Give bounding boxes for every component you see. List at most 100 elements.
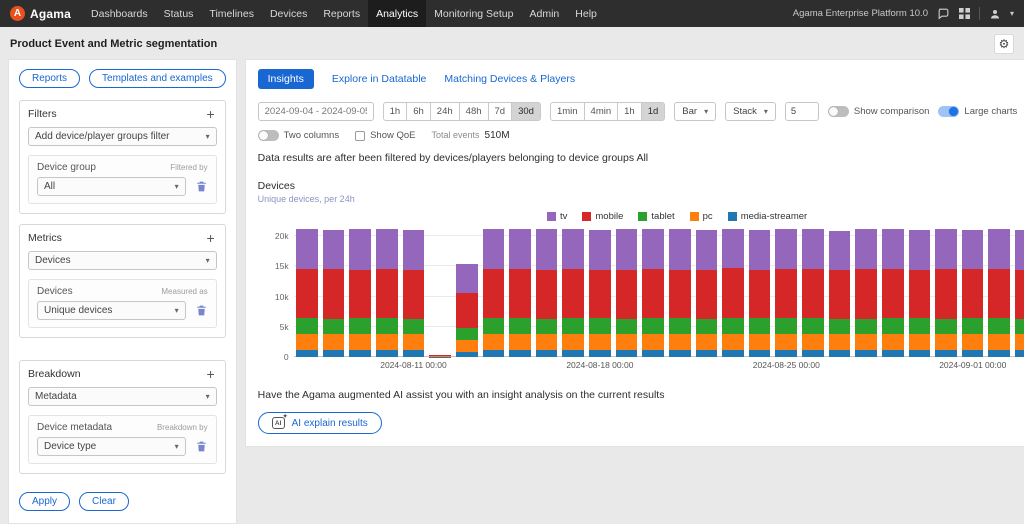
nav-item-timelines[interactable]: Timelines <box>201 0 262 27</box>
show-comparison-toggle[interactable]: Show comparison <box>828 106 930 117</box>
bar-segment-pc <box>749 334 771 350</box>
breakdown-type-select[interactable]: Metadata ▾ <box>28 387 217 406</box>
add-metric-button[interactable]: + <box>204 233 216 243</box>
bar-2024-08-12[interactable] <box>427 227 454 357</box>
bar-2024-08-16[interactable] <box>533 227 560 357</box>
nav-item-admin[interactable]: Admin <box>522 0 568 27</box>
nav-item-dashboards[interactable]: Dashboards <box>83 0 156 27</box>
bar-2024-08-13[interactable] <box>453 227 480 357</box>
two-columns-toggle[interactable]: Two columns <box>258 130 339 141</box>
bar-2024-08-10[interactable] <box>374 227 401 357</box>
subheader: Product Event and Metric segmentation ⚙ <box>0 27 1024 59</box>
delete-metric-button[interactable] <box>195 304 208 317</box>
bar-2024-08-11[interactable] <box>400 227 427 357</box>
range-button-7d[interactable]: 7d <box>489 102 513 121</box>
legend-item-pc[interactable]: pc <box>690 211 713 222</box>
breakdown-by-select[interactable]: Device type ▾ <box>37 437 186 456</box>
templates-and-examples-button[interactable]: Templates and examples <box>89 69 226 88</box>
delete-filter-button[interactable] <box>195 180 208 193</box>
interval-button-1h[interactable]: 1h <box>618 102 642 121</box>
bar-2024-08-20[interactable] <box>640 227 667 357</box>
show-qoe-checkbox[interactable]: Show QoE <box>355 130 415 141</box>
legend-item-tablet[interactable]: tablet <box>638 211 674 222</box>
nav-item-help[interactable]: Help <box>567 0 605 27</box>
large-charts-toggle[interactable]: Large charts <box>938 106 1017 117</box>
bar-segment-media-streamer <box>456 352 478 357</box>
reports-button[interactable]: Reports <box>19 69 80 88</box>
settings-gear-button[interactable]: ⚙ <box>994 34 1014 54</box>
legend-item-tv[interactable]: tv <box>547 211 567 222</box>
nav-item-monitoring-setup[interactable]: Monitoring Setup <box>426 0 521 27</box>
range-button-1h[interactable]: 1h <box>383 102 408 121</box>
metric-type-select[interactable]: Devices ▾ <box>28 251 217 270</box>
chart-type-select[interactable]: Bar ▾ <box>674 102 716 121</box>
legend-label: mobile <box>595 211 623 222</box>
delete-breakdown-button[interactable] <box>195 440 208 453</box>
user-icon[interactable] <box>989 8 1001 20</box>
top-count-input[interactable] <box>785 102 819 121</box>
add-filter-select[interactable]: Add device/player groups filter ▾ <box>28 127 217 146</box>
apps-grid-icon[interactable] <box>959 8 970 19</box>
bar-segment-mobile <box>962 269 984 318</box>
bar-segment-pc <box>935 334 957 350</box>
stack-mode-select[interactable]: Stack ▾ <box>725 102 776 121</box>
toggle-track <box>258 130 279 141</box>
brand[interactable]: A Agama <box>10 6 71 21</box>
nav-item-reports[interactable]: Reports <box>315 0 368 27</box>
bar-segment-pc <box>589 334 611 350</box>
bar-2024-08-07[interactable] <box>294 227 321 357</box>
bar-2024-08-25[interactable] <box>773 227 800 357</box>
tab-explore-in-datatable[interactable]: Explore in Datatable <box>332 69 427 89</box>
interval-button-1min[interactable]: 1min <box>550 102 585 121</box>
bar-2024-08-23[interactable] <box>720 227 747 357</box>
bar-2024-08-19[interactable] <box>613 227 640 357</box>
bar-2024-08-29[interactable] <box>879 227 906 357</box>
bar-2024-08-22[interactable] <box>693 227 720 357</box>
bar-2024-08-27[interactable] <box>826 227 853 357</box>
bar-2024-08-24[interactable] <box>746 227 773 357</box>
bar-2024-08-18[interactable] <box>587 227 614 357</box>
nav-item-devices[interactable]: Devices <box>262 0 315 27</box>
date-range-input[interactable] <box>258 102 374 121</box>
ai-explain-results-button[interactable]: AI ✦ AI explain results <box>258 412 382 434</box>
bar-2024-08-31[interactable] <box>933 227 960 357</box>
interval-button-1d[interactable]: 1d <box>642 102 666 121</box>
apply-button[interactable]: Apply <box>19 492 70 511</box>
bar-2024-09-03[interactable] <box>1013 227 1024 357</box>
tab-insights[interactable]: Insights <box>258 69 314 89</box>
bar-2024-08-30[interactable] <box>906 227 933 357</box>
bar-2024-08-14[interactable] <box>480 227 507 357</box>
bar-2024-08-15[interactable] <box>507 227 534 357</box>
bar-segment-media-streamer <box>509 350 531 357</box>
bar-2024-08-08[interactable] <box>320 227 347 357</box>
add-breakdown-button[interactable]: + <box>204 369 216 379</box>
bar-2024-08-26[interactable] <box>800 227 827 357</box>
bar-2024-08-09[interactable] <box>347 227 374 357</box>
show-comparison-label: Show comparison <box>854 106 930 117</box>
bar-segment-tablet <box>349 318 371 334</box>
measured-as-select[interactable]: Unique devices ▾ <box>37 301 186 320</box>
tab-matching-devices-players[interactable]: Matching Devices & Players <box>444 69 575 89</box>
interval-button-4min[interactable]: 4min <box>585 102 619 121</box>
legend-item-mobile[interactable]: mobile <box>582 211 623 222</box>
bar-segment-mobile <box>616 270 638 319</box>
add-filter-button[interactable]: + <box>204 109 216 119</box>
bar-segment-pc <box>376 334 398 350</box>
range-button-30d[interactable]: 30d <box>512 102 541 121</box>
bar-2024-09-01[interactable] <box>959 227 986 357</box>
bar-2024-08-28[interactable] <box>853 227 880 357</box>
nav-item-status[interactable]: Status <box>156 0 202 27</box>
device-metadata-row: Device type ▾ <box>37 437 208 456</box>
range-button-24h[interactable]: 24h <box>431 102 460 121</box>
chat-icon[interactable] <box>937 7 950 20</box>
legend-item-media-streamer[interactable]: media-streamer <box>728 211 808 222</box>
bar-2024-09-02[interactable] <box>986 227 1013 357</box>
bar-2024-08-17[interactable] <box>560 227 587 357</box>
nav-item-analytics[interactable]: Analytics <box>368 0 426 27</box>
range-button-6h[interactable]: 6h <box>407 102 431 121</box>
user-menu-caret-icon[interactable]: ▾ <box>1010 9 1014 18</box>
range-button-48h[interactable]: 48h <box>460 102 489 121</box>
clear-button[interactable]: Clear <box>79 492 129 511</box>
device-group-select[interactable]: All ▾ <box>37 177 186 196</box>
bar-2024-08-21[interactable] <box>666 227 693 357</box>
